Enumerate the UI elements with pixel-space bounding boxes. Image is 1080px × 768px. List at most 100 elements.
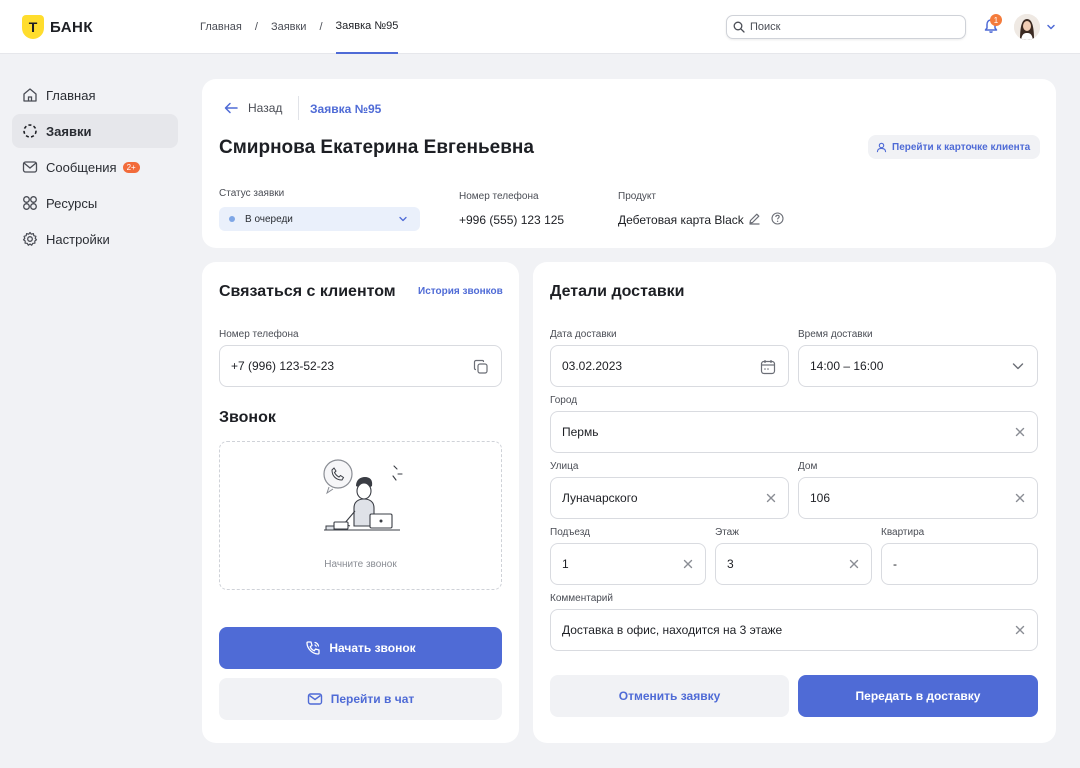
sidebar-item-label: Настройки [46,231,110,247]
chevron-down-icon[interactable] [1045,21,1057,33]
grid-icon [23,196,37,210]
breadcrumb-separator: / [319,21,323,33]
sidebar-item-label: Ресурсы [46,195,98,211]
city-label: Город [550,395,578,406]
start-call-button[interactable]: Начать звонок [219,627,502,669]
sidebar-item-resources[interactable]: Ресурсы [12,186,178,220]
search-input[interactable] [750,21,950,33]
house-field [798,477,1038,519]
contact-phone-input[interactable] [231,346,464,386]
sidebar: Главная Заявки Сообщения 2+ Ресурсы Наст… [12,78,178,258]
sidebar-item-label: Сообщения [46,159,117,175]
product-value: Дебетовая карта Black [618,213,744,227]
copy-icon[interactable] [473,359,489,375]
user-icon [876,142,887,152]
contact-client-card: Связаться с клиентом История звонков Ном… [202,262,519,743]
sidebar-item-requests[interactable]: Заявки [12,114,178,148]
loader-icon [23,124,37,138]
send-to-delivery-button[interactable]: Передать в доставку [798,675,1038,717]
cancel-request-button[interactable]: Отменить заявку [550,675,789,717]
sidebar-item-messages[interactable]: Сообщения 2+ [12,150,178,184]
phone-label: Номер телефона [459,191,539,202]
date-label: Дата доставки [550,329,617,340]
date-input[interactable] [562,346,751,386]
go-to-chat-button-label: Перейти в чат [330,692,415,706]
chevron-down-icon[interactable] [1011,359,1025,373]
breadcrumb-requests[interactable]: Заявки [271,0,307,54]
phone-call-icon [306,641,320,655]
floor-input[interactable] [727,544,834,584]
clear-icon[interactable] [766,493,776,503]
status-value: В очереди [245,213,293,225]
sidebar-item-settings[interactable]: Настройки [12,222,178,256]
street-label: Улица [550,461,579,472]
clear-icon[interactable] [849,559,859,569]
calendar-icon[interactable] [760,359,776,375]
sidebar-item-label: Главная [46,87,96,103]
time-select[interactable] [798,345,1038,387]
status-dot-icon [229,216,235,222]
breadcrumb-current[interactable]: Заявка №95 [335,0,399,54]
apartment-input[interactable] [893,544,1000,584]
clear-icon[interactable] [1015,625,1025,635]
help-icon[interactable] [771,212,784,225]
search-box [726,15,966,39]
request-summary-card: Назад Заявка №95 Смирнова Екатерина Евге… [202,79,1056,248]
gear-icon [22,231,38,246]
client-card-button[interactable]: Перейти к карточке клиента [868,135,1041,159]
date-field [550,345,789,387]
floor-field [715,543,872,585]
time-label: Время доставки [798,329,873,340]
street-field [550,477,789,519]
product-label: Продукт [618,191,656,202]
sidebar-item-home[interactable]: Главная [12,78,178,112]
clear-icon[interactable] [683,559,693,569]
home-icon [23,88,37,102]
time-input[interactable] [810,346,1000,386]
city-input[interactable] [562,412,1000,452]
breadcrumb-home[interactable]: Главная [200,0,242,54]
breadcrumb-separator: / [254,21,258,33]
call-history-link[interactable]: История звонков [418,286,503,297]
back-button[interactable]: Назад [224,101,282,115]
entrance-field [550,543,706,585]
call-title: Звонок [219,409,276,426]
contact-title: Связаться с клиентом [219,283,396,300]
house-input[interactable] [810,478,1000,518]
arrow-left-icon [224,102,238,114]
clear-icon[interactable] [1015,493,1025,503]
house-label: Дом [798,461,818,472]
floor-label: Этаж [715,527,739,538]
street-input[interactable] [562,478,751,518]
client-card-button-label: Перейти к карточке клиента [892,141,1031,153]
messages-badge: 2+ [122,161,140,173]
apartment-field [881,543,1038,585]
sidebar-item-label: Заявки [46,123,92,139]
call-caption: Начните звонок [324,559,397,570]
go-to-chat-button[interactable]: Перейти в чат [219,678,502,720]
avatar[interactable] [1014,14,1040,40]
entrance-input[interactable] [562,544,668,584]
comment-label: Комментарий [550,593,613,604]
contact-phone-label: Номер телефона [219,329,299,340]
call-illustration-icon [323,459,403,531]
call-placeholder: Начните звонок [219,441,502,590]
mail-icon [307,693,322,705]
start-call-button-label: Начать звонок [329,641,416,655]
clear-icon[interactable] [1015,427,1025,437]
divider [298,96,299,120]
bank-logo[interactable]: Т БАНК [22,15,93,39]
logo-text: БАНК [50,18,94,36]
status-select[interactable]: В очереди [219,207,420,231]
apartment-label: Квартира [881,527,925,538]
comment-input[interactable] [562,610,1000,650]
avatar-portrait-icon [1014,14,1040,40]
comment-field [550,609,1038,651]
pencil-icon[interactable] [748,212,761,225]
delivery-title: Детали доставки [550,283,685,300]
phone-value: +996 (555) 123 125 [459,213,565,227]
back-label: Назад [248,101,283,115]
mail-icon [22,161,38,173]
notification-badge: 1 [990,14,1002,26]
logo-shield-icon: Т [22,15,44,39]
